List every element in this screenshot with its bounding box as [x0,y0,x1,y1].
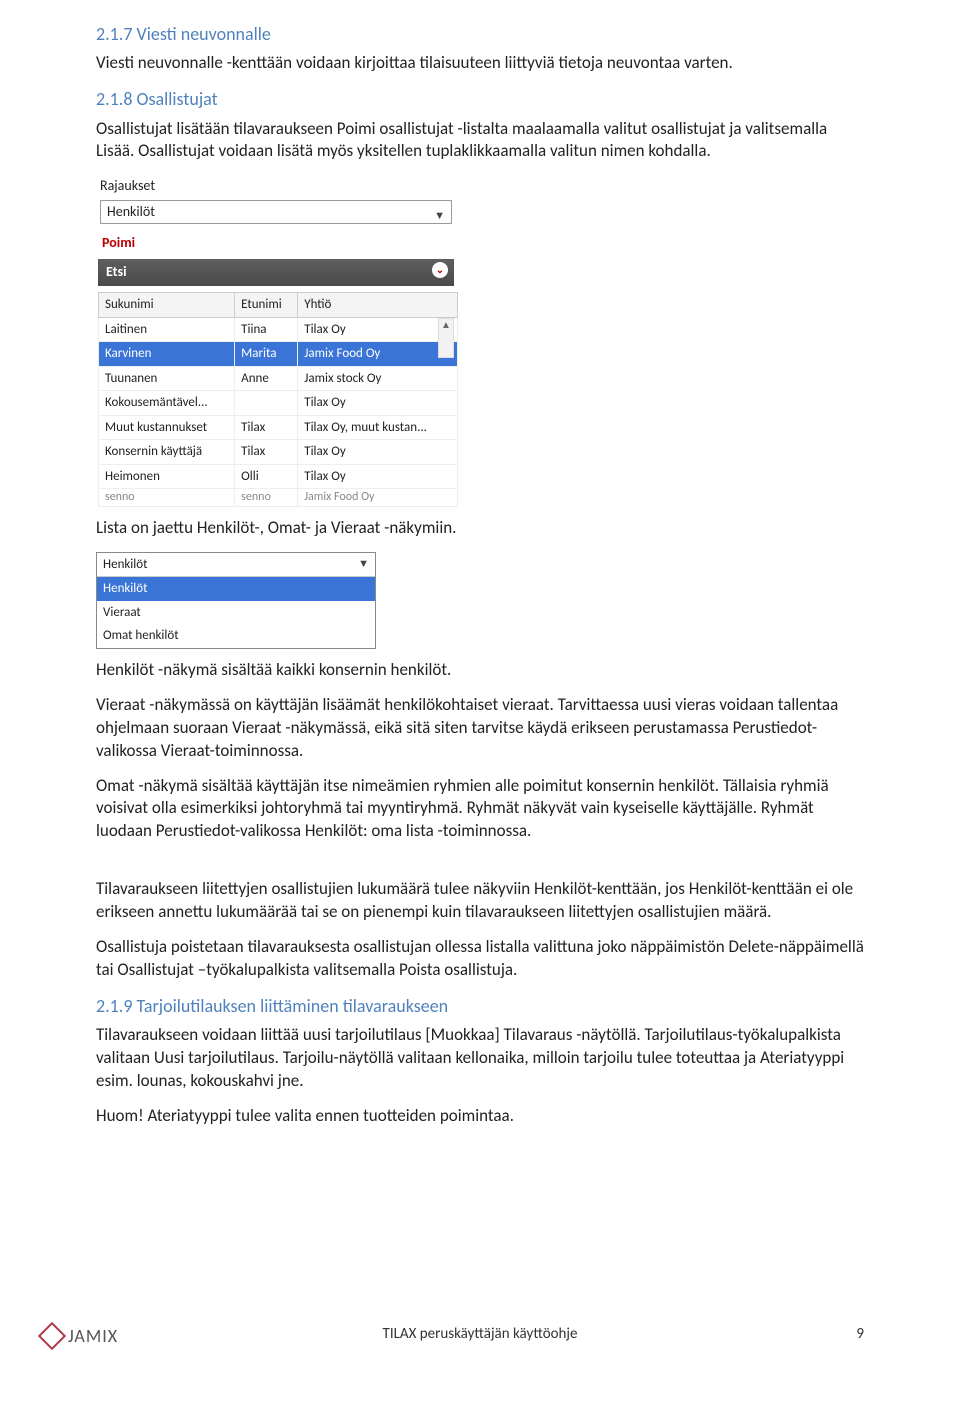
etsi-bar[interactable]: Etsi ⌄ [98,259,454,286]
cell: Kokousemäntävel... [99,391,235,416]
dropdown-head[interactable]: Henkilöt ▼ [97,553,375,578]
cell: Tilax Oy [298,464,458,489]
dropdown-value: Henkilöt [107,203,155,220]
cell: Jamix Food Oy [298,342,458,367]
dropdown-head-label: Henkilöt [103,557,147,572]
chevron-down-icon: ▼ [434,205,445,227]
cell: Tilax Oy [298,391,458,416]
cell: Heimonen [99,464,235,489]
page-footer: JAMIX TILAX peruskäyttäjän käyttöohje 9 [0,1324,960,1344]
col-sukunimi[interactable]: Sukunimi [99,293,235,318]
cell: Marita [235,342,298,367]
cell: Tilax Oy [298,317,458,342]
people-table: Sukunimi Etunimi Yhtiö Laitinen Tiina Ti… [98,292,458,507]
cell: Tuunanen [99,366,235,391]
footer-title: TILAX peruskäyttäjän käyttöohje [383,1324,578,1344]
cell: Tilax [235,440,298,465]
view-dropdown[interactable]: Henkilöt ▼ Henkilöt Vieraat Omat henkilö… [96,552,376,649]
paragraph: Tilavaraukseen liitettyjen osallistujien… [96,878,864,924]
paragraph: Lista on jaettu Henkilöt-, Omat- ja Vier… [96,517,864,540]
cell: Laitinen [99,317,235,342]
cell: Tilax [235,415,298,440]
page-number: 9 [856,1324,864,1344]
dropdown-option[interactable]: Henkilöt [97,577,375,601]
cell: senno [235,489,298,506]
cell: Jamix Food Oy [298,489,458,506]
table-row[interactable]: Heimonen Olli Tilax Oy [99,464,458,489]
paragraph: Osallistujat lisätään tilavaraukseen Poi… [96,118,864,164]
paragraph: Tilavaraukseen voidaan liittää uusi tarj… [96,1024,864,1093]
paragraph: Omat -näkymä sisältää käyttäjän itse nim… [96,775,864,844]
heading-2-1-7: 2.1.7 Viesti neuvonnalle [96,22,864,46]
people-picker-panel: Rajaukset Henkilöt ▼ Poimi Etsi ⌄ Sukuni… [96,175,456,506]
etsi-label: Etsi [106,263,127,280]
paragraph: Vieraat -näkymässä on käyttäjän lisäämät… [96,694,864,763]
cell: Olli [235,464,298,489]
table-row[interactable]: Kokousemäntävel... Tilax Oy [99,391,458,416]
table-row[interactable]: senno senno Jamix Food Oy [99,489,458,506]
logo-text: JAMIX [68,1324,118,1348]
cell [235,391,298,416]
cell: Konsernin käyttäjä [99,440,235,465]
cell: Tilax Oy, muut kustan... [298,415,458,440]
col-etunimi[interactable]: Etunimi [235,293,298,318]
cell: Tiina [235,317,298,342]
table-row[interactable]: Muut kustannukset Tilax Tilax Oy, muut k… [99,415,458,440]
paragraph: Viesti neuvonnalle -kenttään voidaan kir… [96,52,864,75]
heading-2-1-8: 2.1.8 Osallistujat [96,87,864,111]
cell: Muut kustannukset [99,415,235,440]
paragraph: Huom! Ateriatyyppi tulee valita ennen tu… [96,1105,864,1128]
dropdown-option[interactable]: Omat henkilöt [97,624,375,648]
cell: Karvinen [99,342,235,367]
rajaukset-label: Rajaukset [96,175,456,198]
poimi-label[interactable]: Poimi [96,228,456,259]
cell: senno [99,489,235,506]
henkilot-dropdown[interactable]: Henkilöt ▼ [100,200,452,224]
cell: Tilax Oy [298,440,458,465]
cell: Anne [235,366,298,391]
dropdown-option[interactable]: Vieraat [97,601,375,625]
table-row[interactable]: Tuunanen Anne Jamix stock Oy [99,366,458,391]
scrollbar[interactable]: ▲ [438,318,454,358]
chevron-down-icon: ▼ [358,557,369,572]
expand-icon[interactable]: ⌄ [432,262,448,278]
logo-mark-icon [38,1322,66,1350]
paragraph: Henkilöt -näkymä sisältää kaikki konsern… [96,659,864,682]
jamix-logo: JAMIX [42,1324,118,1348]
heading-2-1-9: 2.1.9 Tarjoilutilauksen liittäminen tila… [96,994,864,1018]
table-row[interactable]: Konsernin käyttäjä Tilax Tilax Oy [99,440,458,465]
table-row[interactable]: Laitinen Tiina Tilax Oy [99,317,458,342]
paragraph: Osallistuja poistetaan tilavarauksesta o… [96,936,864,982]
table-row[interactable]: Karvinen Marita Jamix Food Oy [99,342,458,367]
cell: Jamix stock Oy [298,366,458,391]
col-yhtio[interactable]: Yhtiö [298,293,458,318]
